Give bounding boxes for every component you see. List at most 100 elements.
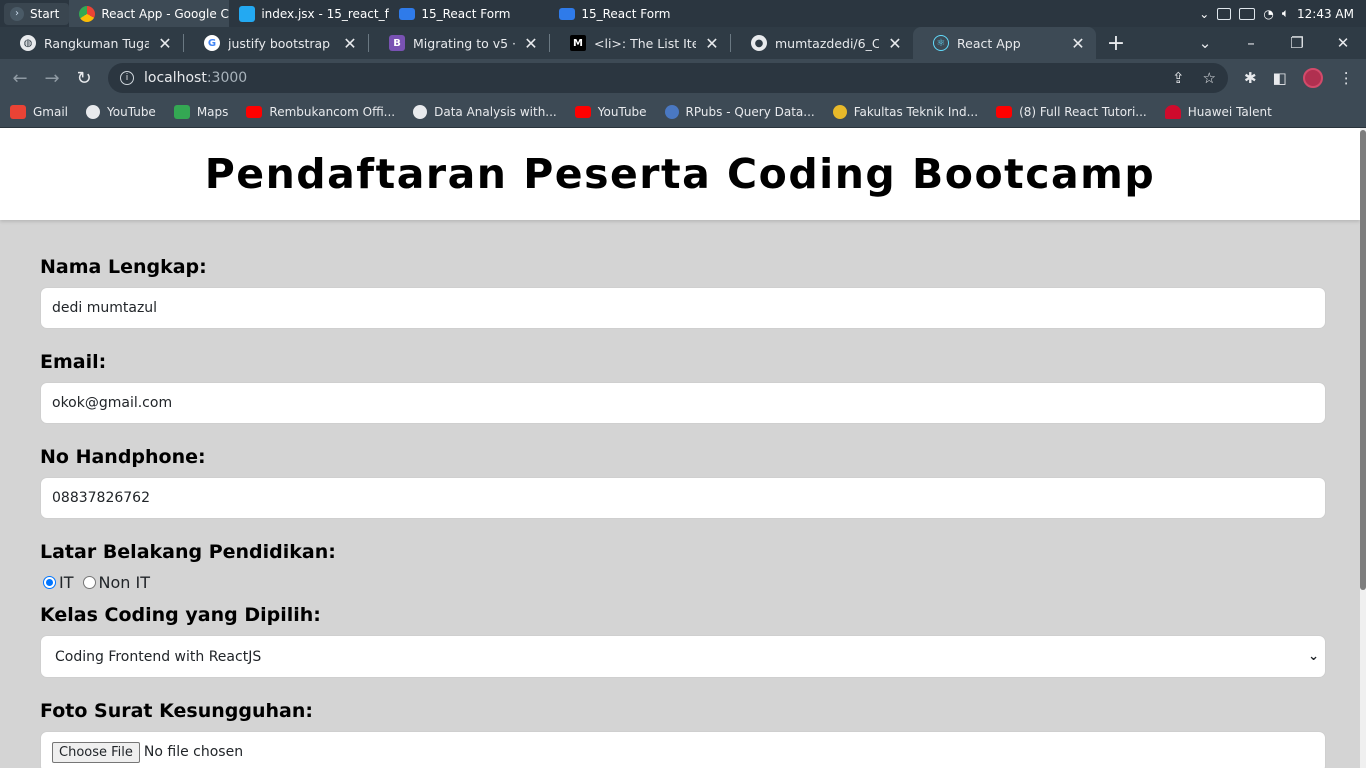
bookmarks-bar: Gmail YouTube Maps Rembukancom Offi... D… [0, 97, 1366, 128]
taskbar-item-label: index.jsx - 15_react_f... [261, 6, 390, 21]
close-icon[interactable]: ✕ [887, 34, 903, 53]
bookmark-item[interactable]: Rembukancom Offi... [246, 105, 395, 119]
kelas-select[interactable]: Coding Frontend with ReactJS ⌄ [40, 635, 1326, 678]
radio-non-it-label[interactable]: Non IT [99, 573, 150, 592]
bookmark-item[interactable]: Maps [173, 105, 228, 119]
share-icon[interactable]: ⇪ [1172, 69, 1185, 87]
bookmark-item[interactable]: Huawei Talent [1164, 105, 1272, 119]
pendidikan-radio-group: IT Non IT [40, 572, 1326, 592]
url-host: localhost [144, 70, 207, 86]
mdn-icon: M [570, 35, 586, 51]
tab-mdn[interactable]: M <li>: The List Item element ✕ [550, 27, 730, 59]
email-input[interactable]: okok@gmail.com [40, 382, 1326, 424]
bookmark-label: Rembukancom Offi... [269, 105, 396, 119]
university-icon [832, 105, 847, 119]
bookmark-label: YouTube [107, 105, 156, 119]
radio-it-label[interactable]: IT [59, 573, 74, 592]
reload-icon: ↻ [76, 67, 92, 89]
rpubs-icon [664, 105, 679, 119]
tab-react-app[interactable]: ⚛ React App ✕ [913, 27, 1096, 59]
bookmark-label: (8) Full React Tutori... [1019, 105, 1147, 119]
taskbar-item-folder[interactable]: 15_React Form [549, 0, 709, 27]
nama-input[interactable]: dedi mumtazul [40, 287, 1326, 329]
taskbar-item-label: 15_React Form [421, 6, 511, 21]
new-tab-button[interactable]: + [1096, 27, 1136, 59]
tab-title: justify bootstrap 5 - Penelusuran Google [228, 35, 334, 51]
globe-icon [86, 105, 101, 119]
chrome-icon [79, 5, 96, 22]
menu-icon[interactable]: ⋮ [1339, 69, 1354, 87]
close-icon[interactable]: ✕ [1070, 34, 1086, 53]
battery-icon[interactable] [1239, 7, 1256, 20]
pendidikan-label: Latar Belakang Pendidikan: [40, 541, 336, 563]
taskbar-item-chrome[interactable]: React App - Google C... [69, 0, 230, 27]
browser-toolbar: ← → ↻ i localhost:3000 ⇪ ☆ ✱ ◧ ⋮ [0, 59, 1366, 97]
tab-bootstrap[interactable]: B Migrating to v5 · Bootstrap ✕ [369, 27, 549, 59]
reload-button[interactable]: ↻ [68, 62, 100, 94]
browser-tab-strip: ◍ Rangkuman Tugas Alterra ✕ G justify bo… [0, 27, 1366, 59]
avatar[interactable] [1302, 68, 1323, 88]
chevron-up-icon[interactable]: ⌄ [1199, 7, 1209, 21]
bookmark-label: RPubs - Query Data... [685, 105, 815, 119]
plus-icon: + [1106, 30, 1126, 56]
choose-file-button[interactable]: Choose File [52, 741, 140, 763]
bookmark-label: YouTube [597, 105, 647, 119]
tab-title: mumtazdedi/6_CSS [775, 35, 879, 51]
scrollbar-thumb[interactable] [1360, 130, 1366, 590]
bookmark-item[interactable]: (8) Full React Tutori... [996, 105, 1147, 119]
phone-link-icon[interactable] [1217, 7, 1232, 20]
tab-search-icon[interactable]: ⌄ [1182, 34, 1228, 52]
page-scrollbar[interactable] [1360, 128, 1366, 768]
web-page: Pendaftaran Peserta Coding Bootcamp Nama… [0, 128, 1360, 768]
page-title: Pendaftaran Peserta Coding Bootcamp [204, 150, 1156, 198]
bootstrap-icon: B [389, 35, 405, 51]
handphone-label: No Handphone: [40, 446, 206, 468]
handphone-input[interactable]: 08837826762 [40, 477, 1326, 519]
close-window-icon[interactable]: ✕ [1320, 34, 1366, 52]
start-button[interactable]: › Start [4, 2, 70, 25]
bookmark-item[interactable]: Fakultas Teknik Ind... [832, 105, 979, 119]
minimize-icon[interactable]: – [1228, 34, 1274, 52]
extensions-icon[interactable]: ✱ [1244, 69, 1257, 87]
tab-title: React App [957, 35, 1021, 51]
tab-github[interactable]: ● mumtazdedi/6_CSS ✕ [731, 27, 913, 59]
file-status: No file chosen [143, 744, 244, 760]
bookmark-item[interactable]: YouTube [86, 105, 156, 119]
youtube-icon [574, 106, 591, 118]
tab-google[interactable]: G justify bootstrap 5 - Penelusuran Goog… [184, 27, 368, 59]
volume-icon[interactable]: 🔈︎ [1282, 6, 1289, 21]
taskbar-item-folder[interactable]: 15_React Form [389, 0, 549, 27]
globe-icon [413, 105, 428, 119]
taskbar-item-label: React App - Google C... [101, 6, 230, 21]
close-icon[interactable]: ✕ [342, 34, 358, 53]
restore-icon[interactable]: ❐ [1274, 34, 1320, 52]
react-icon: ⚛ [933, 35, 949, 51]
bookmark-label: Fakultas Teknik Ind... [853, 105, 979, 119]
clock-text[interactable]: 12:43 AM [1297, 7, 1354, 21]
close-icon[interactable]: ✕ [704, 34, 720, 53]
youtube-icon [246, 106, 263, 118]
bookmark-item[interactable]: Data Analysis with... [413, 105, 557, 119]
tab-rangkuman[interactable]: ◍ Rangkuman Tugas Alterra ✕ [0, 27, 183, 59]
address-bar[interactable]: i localhost:3000 ⇪ ☆ [108, 63, 1228, 93]
youtube-icon [996, 106, 1013, 118]
bookmark-item[interactable]: Gmail [10, 105, 68, 119]
os-taskbar: › Start React App - Google C... index.js… [0, 0, 1366, 27]
close-icon[interactable]: ✕ [523, 34, 539, 53]
wifi-icon[interactable]: ◔ [1263, 7, 1273, 21]
tab-title: <li>: The List Item element [594, 35, 696, 51]
url-port: :3000 [206, 70, 248, 86]
radio-it[interactable] [43, 575, 56, 589]
taskbar-item-vscode[interactable]: index.jsx - 15_react_f... [229, 0, 389, 27]
back-button[interactable]: ← [4, 62, 36, 94]
bookmark-star-icon[interactable]: ☆ [1203, 69, 1216, 87]
bookmark-item[interactable]: RPubs - Query Data... [664, 105, 815, 119]
info-icon[interactable]: i [120, 71, 134, 85]
side-panel-icon[interactable]: ◧ [1273, 69, 1287, 87]
forward-button[interactable]: → [36, 62, 68, 94]
bookmark-item[interactable]: YouTube [574, 105, 647, 119]
close-icon[interactable]: ✕ [157, 34, 173, 53]
kelas-label: Kelas Coding yang Dipilih: [40, 604, 321, 626]
maps-icon [173, 105, 190, 119]
radio-non-it[interactable] [82, 575, 96, 589]
